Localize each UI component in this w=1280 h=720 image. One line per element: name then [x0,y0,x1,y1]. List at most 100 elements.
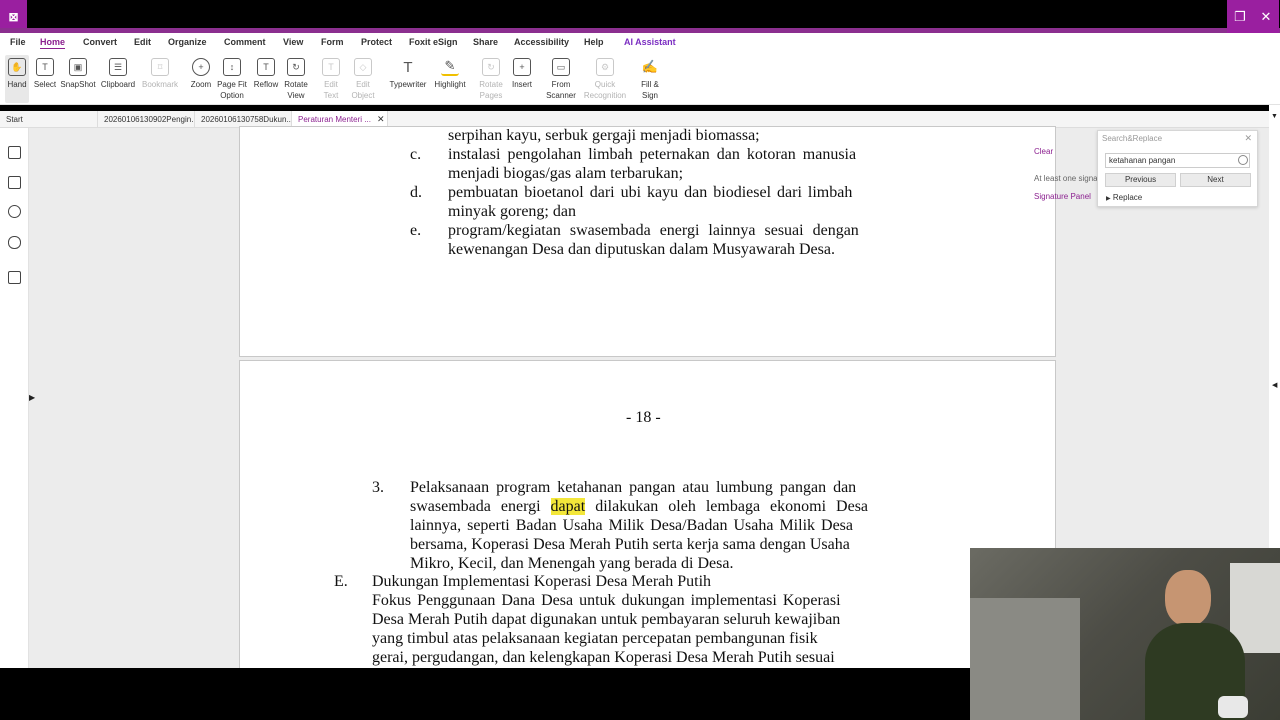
ribbon-toolbar: ✋ Hand T Select ▣ SnapShot ☰ Clipboard ⌑… [0,53,1280,105]
typewriter-icon: T [403,58,413,76]
page-fit-icon: ↕ [223,58,241,76]
menu-edit[interactable]: Edit [134,37,151,47]
menu-foxit-esign[interactable]: Foxit eSign [409,37,458,47]
reflow-icon: T [257,58,275,76]
pages-panel-icon[interactable] [8,176,21,189]
previous-button[interactable]: Previous [1105,173,1176,187]
menu-view[interactable]: View [283,37,303,47]
doc-line: lainnya, seperti Badan Usaha Milik Desa/… [410,517,853,534]
doc-line: pembuatan bioetanol dari ubi kayu dan bi… [448,184,853,201]
webcam-object [1218,696,1248,718]
signature-panel-link[interactable]: Signature Panel [1034,192,1091,201]
collapse-right-icon[interactable]: ◀ [1272,381,1277,389]
edit-text-icon: T [322,58,340,76]
clipboard-button[interactable]: ☰ Clipboard [96,55,140,103]
doc-line: e. [410,222,422,239]
typewriter-button[interactable]: T Typewriter [386,55,430,103]
title-bar: ⊠ ❐ ✕ [0,0,1280,33]
menu-bar: File Home Convert Edit Organize Comment … [0,33,1280,53]
edit-object-button[interactable]: ◇ Edit Object [341,55,385,103]
tab-start[interactable]: Start [0,111,98,128]
scanner-icon: ▭ [552,58,570,76]
doc-line: menjadi biogas/gas alam terbarukan; [448,165,684,182]
doc-line: yang timbul atas pelaksanaan kegiatan pe… [372,630,818,647]
bookmark-button[interactable]: ⌑ Bookmark [138,55,182,103]
doc-line: instalasi pengolahan limbah peternakan d… [448,146,857,163]
doc-line: c. [410,146,422,163]
doc-line: serpihan kayu, serbuk gergaji menjadi bi… [448,127,760,144]
section-letter: E. [334,573,348,590]
menu-file[interactable]: File [10,37,26,47]
tab-close-icon[interactable]: ✕ [377,114,385,125]
clipboard-label: Clipboard [100,80,136,89]
insert-button[interactable]: + Insert [500,55,544,103]
doc-text: swasembada energi [410,498,541,515]
doc-text: dilakukan oleh lembaga ekonomi Desa [595,498,869,515]
rotate-pages-icon: ↻ [482,58,500,76]
insert-label: Insert [511,80,532,89]
attachments-panel-icon[interactable] [8,236,21,249]
next-button[interactable]: Next [1180,173,1251,187]
doc-line: Fokus Penggunaan Dana Desa untuk dukunga… [372,592,841,609]
doc-line: gerai, pergudangan, dan kelengkapan Kope… [372,649,835,666]
signature-note: At least one signat [1034,174,1100,183]
menu-help[interactable]: Help [584,37,604,47]
doc-line: bersama, Koperasi Desa Merah Putih serta… [410,536,850,553]
menu-share[interactable]: Share [473,37,498,47]
bookmark-panel-icon[interactable] [8,146,21,159]
zoom-label: Zoom [190,80,212,89]
signature-panel-icon[interactable] [8,271,21,284]
doc-line: minyak goreng; dan [448,203,576,220]
highlight-button[interactable]: ✎ Highlight [428,55,472,103]
clipboard-icon: ☰ [109,58,127,76]
recognition-icon: ⚙ [596,58,614,76]
search-input[interactable]: ketahanan pangan [1105,153,1250,168]
quick-recognition-button[interactable]: ⚙ Quick Recognition [583,55,627,103]
snapshot-icon: ▣ [69,58,87,76]
menu-comment[interactable]: Comment [224,37,266,47]
menu-protect[interactable]: Protect [361,37,392,47]
pdf-page-17: serpihan kayu, serbuk gergaji menjadi bi… [239,126,1056,357]
menu-convert[interactable]: Convert [83,37,117,47]
webcam-overlay [970,548,1280,720]
search-panel-title: Search&Replace [1102,134,1163,143]
chevron-down-icon[interactable]: ▼ [1271,113,1278,120]
quick-recognition-label: Quick Recognition [583,80,627,100]
edit-text-label: Edit Text [323,80,339,100]
doc-line: Desa Merah Putih dapat digunakan untuk p… [372,611,841,628]
snapshot-button[interactable]: ▣ SnapShot [56,55,100,103]
select-icon: T [36,58,54,76]
menu-home[interactable]: Home [40,37,65,47]
clear-link[interactable]: Clear [1034,147,1053,156]
tab-active-label: Peraturan Menteri ... [298,115,371,124]
typewriter-label: Typewriter [389,80,427,89]
doc-line: Pelaksanaan program ketahanan pangan ata… [410,479,857,496]
replace-label: Replace [1112,193,1143,202]
rotate-icon: ↻ [287,58,305,76]
tab-document-1[interactable]: 20260106130902Pengin... [98,111,195,128]
comments-panel-icon[interactable] [8,205,21,218]
from-scanner-button[interactable]: ▭ From Scanner [539,55,583,103]
doc-line: program/kegiatan swasembada energi lainn… [448,222,859,239]
menu-accessibility[interactable]: Accessibility [514,37,569,47]
page-number: - 18 - [626,409,661,426]
snapshot-label: SnapShot [60,80,96,89]
zoom-icon: + [192,58,210,76]
menu-ai-assistant[interactable]: AI Assistant [624,37,676,47]
chevron-right-icon: ▶ [1106,196,1111,202]
menu-organize[interactable]: Organize [168,37,207,47]
doc-line-highlight: swasembada energi dapat dilakukan oleh l… [410,498,868,516]
fill-sign-button[interactable]: ✍ Fill & Sign [628,55,672,103]
search-highlight: dapat [550,498,586,515]
menu-form[interactable]: Form [321,37,344,47]
doc-line: d. [410,184,422,201]
close-icon[interactable]: ✕ [1244,133,1252,144]
close-button[interactable]: ✕ [1253,0,1279,33]
fill-sign-icon: ✍ [641,59,659,74]
restore-button[interactable]: ❐ [1227,0,1253,33]
search-replace-panel: Search&Replace ✕ ketahanan pangan Previo… [1097,130,1258,207]
expand-panel-icon[interactable]: ▶ [29,393,35,402]
search-options-icon[interactable] [1238,155,1248,165]
replace-toggle[interactable]: ▶ Replace [1106,193,1142,202]
app-window: ⊠ ❐ ✕ File Home Convert Edit Organize Co… [0,0,1280,720]
